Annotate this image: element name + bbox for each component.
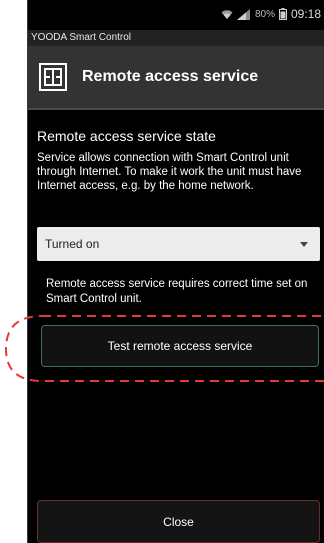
app-name-bar: YOODA Smart Control (28, 30, 324, 46)
section-description: Service allows connection with Smart Con… (37, 152, 302, 192)
status-bar: 80% 09:18 (28, 0, 324, 30)
page: 80% 09:18 YOODA Smart Control Remote acc… (0, 0, 324, 543)
wifi-icon (221, 9, 233, 20)
title-bar: Remote access service (28, 46, 324, 108)
phone-screen: 80% 09:18 YOODA Smart Control Remote acc… (27, 0, 324, 543)
time-requirement-note: Remote access service requires correct t… (46, 278, 308, 305)
section-title: Remote access service state (37, 128, 216, 144)
door-icon (37, 61, 69, 93)
state-dropdown-value: Turned on (45, 237, 100, 251)
app-name: YOODA Smart Control (31, 32, 132, 43)
test-remote-access-button[interactable]: Test remote access service (41, 325, 319, 367)
page-title: Remote access service (82, 68, 259, 85)
close-button[interactable]: Close (37, 500, 320, 543)
status-indicators: 80% 09:18 (221, 7, 321, 21)
status-clock: 09:18 (290, 7, 321, 21)
battery-percentage: 80% (254, 8, 275, 20)
signal-icon (236, 8, 251, 20)
content-area: Remote access service state Service allo… (28, 110, 324, 495)
chevron-down-icon (300, 242, 308, 247)
state-dropdown[interactable]: Turned on (37, 227, 320, 261)
battery-icon (278, 8, 287, 20)
